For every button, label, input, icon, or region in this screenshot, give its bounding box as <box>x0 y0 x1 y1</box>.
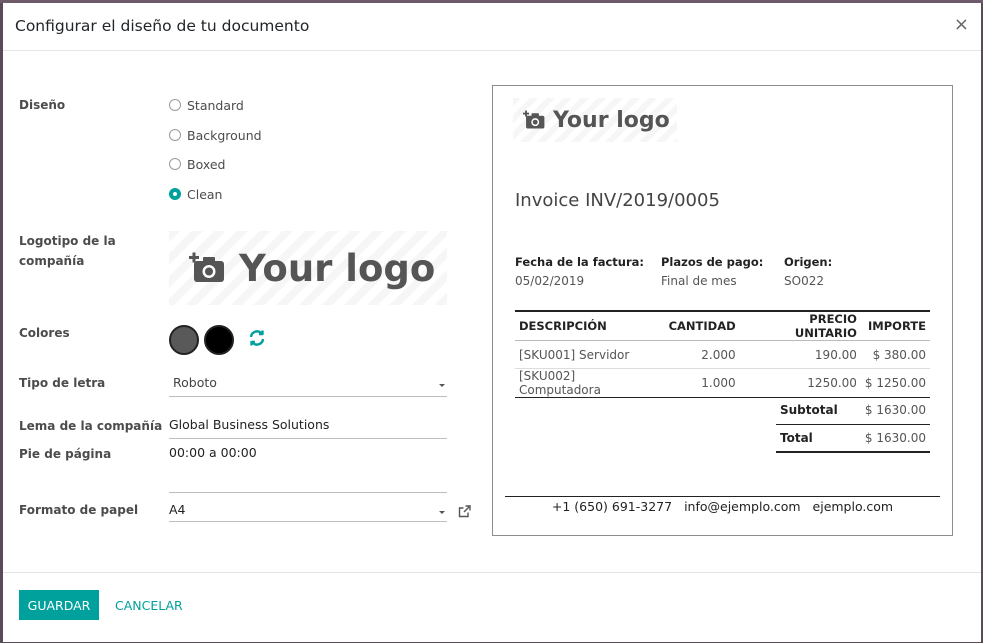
total-value: $ 1630.00 <box>851 423 930 453</box>
font-select[interactable]: Roboto <box>169 375 447 397</box>
subtotal-value: $ 1630.00 <box>864 402 926 417</box>
preview-logo: Your logo <box>513 98 677 142</box>
table-row: [SKU002] Computadora 1.000 1250.00 $ 125… <box>515 368 930 398</box>
invoice-lines-table: DESCRIPCIÓN CANTIDAD PRECIO UNITARIO IMP… <box>515 310 930 398</box>
secondary-color-swatch[interactable] <box>204 325 234 355</box>
invoice-date-label: Fecha de la factura: <box>515 255 644 269</box>
document-preview: Your logo Invoice INV/2019/0005 Fecha de… <box>492 85 953 536</box>
radio-standard[interactable] <box>169 99 181 111</box>
layout-option-label: Clean <box>187 186 223 202</box>
footer-website: ejemplo.com <box>812 499 894 514</box>
logo-placeholder-text: Your logo <box>239 246 436 290</box>
layout-option-clean[interactable]: Clean <box>169 185 222 203</box>
dialog-title: Configurar el diseño de tu documento <box>15 17 310 35</box>
dialog-header: Configurar el diseño de tu documento × <box>3 3 981 51</box>
dialog-footer: GUARDAR CANCELAR <box>3 572 981 642</box>
layout-option-background[interactable]: Background <box>169 126 262 144</box>
camera-plus-icon <box>523 110 545 130</box>
table-cell: [SKU002] Computadora <box>515 368 665 398</box>
layout-option-standard[interactable]: Standard <box>169 96 244 114</box>
preview-logo-text: Your logo <box>553 107 670 133</box>
close-icon[interactable]: × <box>954 15 969 35</box>
font-label: Tipo de letra <box>19 376 106 390</box>
subtotal-label: Subtotal <box>780 402 838 417</box>
cancel-button[interactable]: CANCELAR <box>115 590 183 620</box>
column-header: CANTIDAD <box>664 310 740 341</box>
table-cell: 190.00 <box>739 340 861 369</box>
origin-value: SO022 <box>784 274 824 288</box>
payment-terms-label: Plazos de pago: <box>661 255 764 269</box>
table-cell: [SKU001] Servidor <box>515 340 665 369</box>
layout-option-label: Background <box>187 127 262 143</box>
invoice-date-value: 05/02/2019 <box>515 274 585 288</box>
payment-terms-value: Final de mes <box>661 274 737 288</box>
table-cell: 1.000 <box>664 368 740 398</box>
invoice-totals-table: Subtotal $ 1630.00 Total $ 1630.00 <box>776 396 930 453</box>
footer-textarea[interactable]: 00:00 a 00:00 <box>169 445 447 493</box>
radio-background[interactable] <box>169 129 181 141</box>
radio-clean[interactable] <box>169 188 181 200</box>
primary-color-swatch[interactable] <box>169 325 199 355</box>
layout-config-dialog: Configurar el diseño de tu documento × D… <box>3 3 981 642</box>
layout-option-label: Boxed <box>187 156 226 172</box>
radio-boxed[interactable] <box>169 158 181 170</box>
save-button[interactable]: GUARDAR <box>19 590 99 620</box>
column-header: DESCRIPCIÓN <box>515 310 665 341</box>
footer-label: Pie de página <box>19 447 112 461</box>
logo-label: Logotipo de la compañía <box>19 234 116 268</box>
layout-option-boxed[interactable]: Boxed <box>169 155 225 173</box>
total-label: Total <box>776 423 852 453</box>
layout-label: Diseño <box>19 98 66 112</box>
layout-option-label: Standard <box>187 97 244 113</box>
subtotal-row: Subtotal $ 1630.00 <box>776 396 930 424</box>
paper-format-label: Formato de papel <box>19 503 139 517</box>
chevron-down-icon <box>439 511 445 514</box>
footer-phone: +1 (650) 691-3277 <box>551 499 673 514</box>
camera-plus-icon <box>189 252 225 284</box>
table-cell: $ 380.00 <box>860 340 930 369</box>
footer-email: info@ejemplo.com <box>684 499 801 514</box>
font-select-value: Roboto <box>173 375 217 390</box>
table-row: [SKU001] Servidor 2.000 190.00 $ 380.00 <box>515 340 930 369</box>
external-link-icon[interactable] <box>458 505 471 518</box>
table-cell: 1250.00 <box>739 368 861 398</box>
preview-footer: +1 (650) 691-3277 info@ejemplo.com ejemp… <box>505 496 940 514</box>
table-cell: 2.000 <box>664 340 740 369</box>
column-header: IMPORTE <box>860 310 930 341</box>
invoice-title: Invoice INV/2019/0005 <box>515 190 720 211</box>
paper-format-select[interactable]: A4 <box>169 502 447 522</box>
logo-upload[interactable]: Your logo <box>169 231 447 305</box>
table-cell: $ 1250.00 <box>860 368 930 398</box>
origin-label: Origen: <box>784 255 833 269</box>
table-header-row: DESCRIPCIÓN CANTIDAD PRECIO UNITARIO IMP… <box>515 310 930 341</box>
total-row: Total $ 1630.00 <box>776 423 930 453</box>
paper-format-value: A4 <box>169 502 186 517</box>
tagline-input[interactable]: Global Business Solutions <box>169 417 447 439</box>
colors-label: Colores <box>19 326 70 340</box>
column-header: PRECIO UNITARIO <box>739 310 861 341</box>
chevron-down-icon <box>439 384 445 387</box>
refresh-icon[interactable] <box>248 329 266 347</box>
tagline-label: Lema de la compañía <box>19 419 163 433</box>
